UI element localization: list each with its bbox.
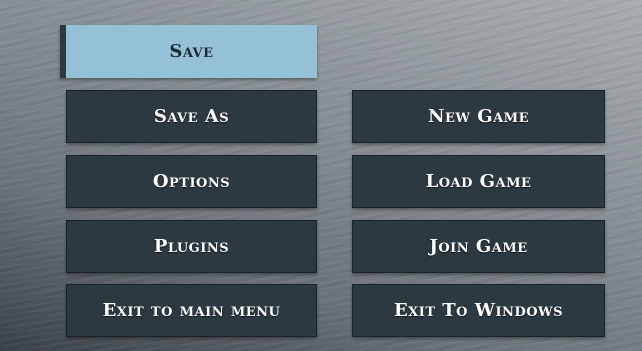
exit-to-main-menu-label: Exit to main menu — [102, 300, 281, 321]
new-game-button-label: New Game — [428, 106, 529, 127]
options-button-label: Options — [152, 171, 231, 192]
load-game-button[interactable]: Load Game — [352, 155, 605, 208]
save-as-button-label: Save As — [153, 106, 230, 127]
join-game-button-label: Join Game — [429, 236, 528, 257]
exit-to-windows-button-label: Exit To Windows — [393, 300, 564, 321]
save-as-button[interactable]: Save As — [66, 90, 317, 143]
join-game-button[interactable]: Join Game — [352, 220, 605, 273]
exit-to-windows-button[interactable]: Exit To Windows — [352, 284, 605, 337]
plugins-button[interactable]: Plugins — [66, 220, 317, 273]
save-button-label: Save — [169, 41, 214, 62]
plugins-button-label: Plugins — [153, 236, 230, 257]
new-game-button[interactable]: New Game — [352, 90, 605, 143]
save-button[interactable]: Save — [60, 25, 317, 78]
load-game-button-label: Load Game — [425, 171, 532, 192]
exit-to-main-menu-button[interactable]: Exit to main menu — [66, 284, 317, 337]
options-button[interactable]: Options — [66, 155, 317, 208]
